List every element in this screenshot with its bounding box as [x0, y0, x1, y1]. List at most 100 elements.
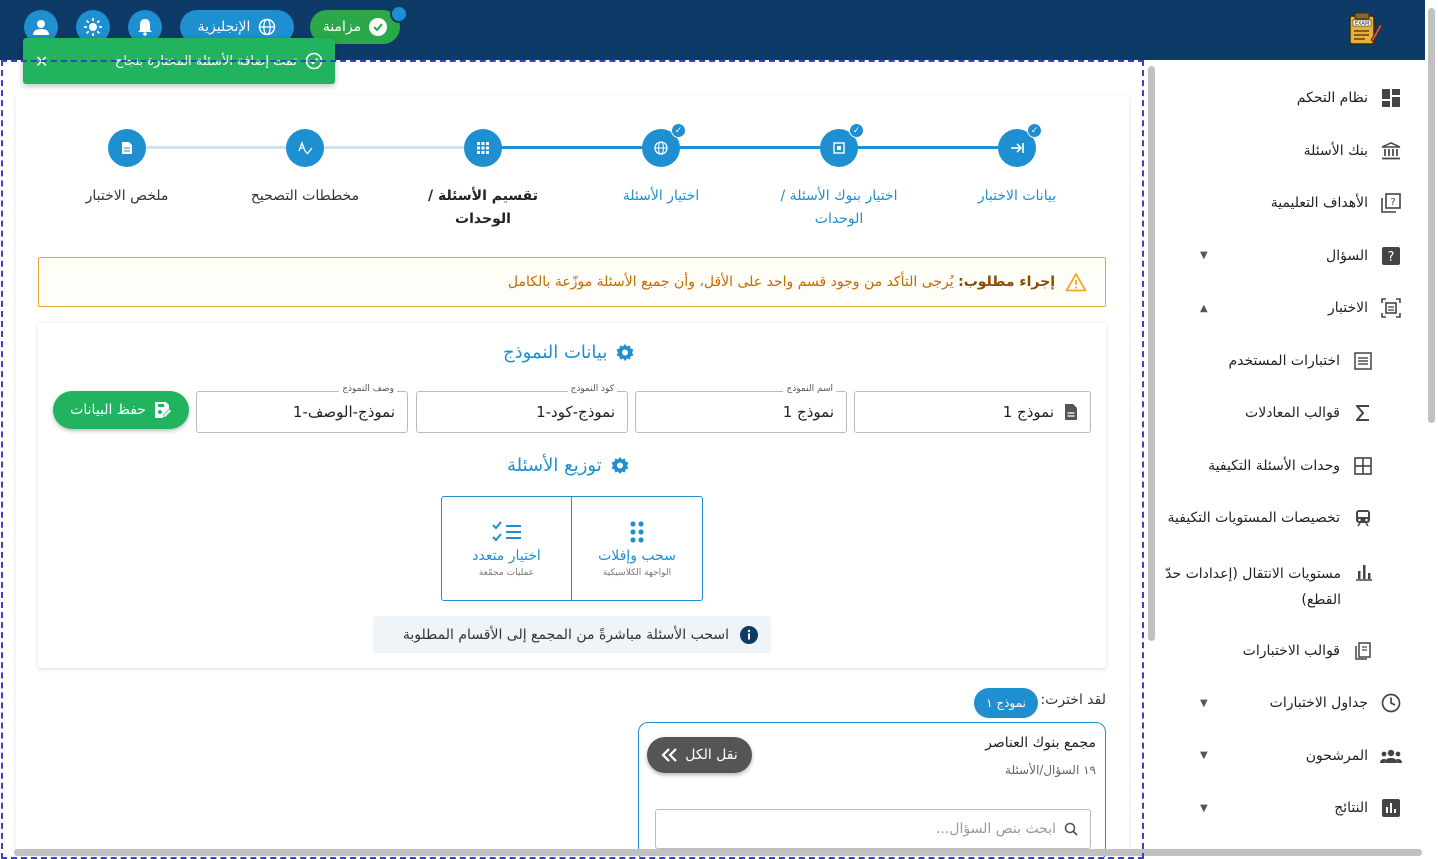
sun-icon: [84, 18, 102, 36]
step-5-label[interactable]: مخططات التصحيح: [225, 185, 385, 208]
sidebar-item-label: بنك الأسئلة: [1303, 142, 1368, 159]
model-code-field[interactable]: كود النموذج نموذج-كود-1: [416, 384, 628, 433]
sync-label: مزامنة: [322, 19, 362, 35]
spellcheck-icon: [298, 141, 313, 155]
grid-dots-icon: [477, 142, 489, 154]
model-title-label: اسم النموذج: [783, 384, 836, 394]
action-required-alert: إجراء مطلوب: يُرجى التأكد من وجود قسم وا…: [38, 257, 1106, 307]
step-done-check-icon: ✓: [1027, 123, 1042, 138]
question-search-input[interactable]: ابحث بنص السؤال...: [655, 809, 1091, 849]
warning-icon: [1065, 273, 1087, 292]
stepper-track-complete: [501, 146, 998, 149]
move-all-button[interactable]: نقل الكل: [647, 737, 752, 773]
drag-drop-subtitle: الواجهة الكلاسيكية: [602, 567, 672, 578]
chevron-down-icon[interactable]: ▼: [1200, 803, 1208, 814]
step-3-label[interactable]: اختيار الأسئلة: [581, 185, 741, 208]
sidebar-item-label: قوالب المعادلات: [1245, 405, 1340, 422]
train-icon: [1352, 507, 1374, 529]
distribution-title: توزيع الأسئلة: [507, 455, 630, 476]
sidebar-item-label: المرشحون: [1305, 747, 1368, 764]
step-1-label[interactable]: بيانات الاختبار: [937, 185, 1097, 208]
step-3-circle[interactable]: ✓: [642, 123, 686, 167]
sidebar-nav: نظام التحكم بنك الأسئلة ? الأهداف التعلي…: [1160, 72, 1428, 835]
model-title-value: نموذج 1: [782, 403, 834, 421]
model-code-label: كود النموذج: [567, 384, 617, 394]
sidebar-item-objectives[interactable]: ? الأهداف التعليمية: [1160, 177, 1428, 230]
model-name-field[interactable]: نموذج 1: [854, 391, 1091, 433]
sidebar-item-label: تخصيصات المستويات التكيفية: [1167, 510, 1340, 527]
sidebar-item-candidates[interactable]: المرشحون ▼: [1160, 730, 1428, 783]
step-2-label[interactable]: اختيار بنوك الأسئلة / الوحدات: [759, 185, 919, 231]
sidebar-item-adaptive-levels[interactable]: تخصيصات المستويات التكيفية: [1160, 492, 1428, 545]
step-6-circle[interactable]: [108, 129, 146, 167]
model-title-field[interactable]: اسم النموذج نموذج 1: [635, 384, 847, 433]
sidebar-item-cutoff-levels[interactable]: مستويات الانتقال (إعدادات حدّ القطع): [1160, 545, 1428, 625]
gear-icon: [611, 456, 629, 474]
model-name-value: نموذج 1: [1002, 403, 1054, 421]
sidebar-item-user-exams[interactable]: اختبارات المستخدم: [1160, 335, 1428, 388]
sidebar-item-results[interactable]: النتائج ▼: [1160, 782, 1428, 835]
document-icon: [122, 142, 132, 154]
sidebar-item-exam[interactable]: الاختبار ▲: [1160, 282, 1428, 335]
sidebar-item-exam-templates[interactable]: قوالب الاختبارات: [1160, 625, 1428, 678]
success-toast: تمت إضافة الأسئلة المختارة بنجاح ✕: [23, 38, 335, 84]
sidebar-item-label: نظام التحكم: [1296, 90, 1368, 107]
sidebar-item-label: مستويات الانتقال (إعدادات حدّ القطع): [1165, 565, 1342, 608]
checklist-icon: [491, 520, 521, 541]
horizontal-scrollbar[interactable]: [14, 849, 1422, 856]
question-icon: ?: [1380, 245, 1402, 267]
chevron-up-icon[interactable]: ▲: [1200, 303, 1208, 314]
info-icon: [740, 625, 758, 644]
drag-drop-option[interactable]: سحب وإفلات الواجهة الكلاسيكية: [571, 496, 703, 601]
check-circle-icon: [369, 18, 388, 36]
bank-icon: [1380, 140, 1402, 162]
svg-text:EXAM: EXAM: [1355, 21, 1369, 27]
close-icon[interactable]: ✕: [35, 52, 48, 71]
step-4-circle[interactable]: [464, 129, 502, 167]
step-1-circle[interactable]: ✓: [998, 123, 1042, 167]
double-chevron-left-icon: [661, 748, 678, 762]
drag-info-bar: اسحب الأسئلة مباشرةً من المجمع إلى الأقس…: [373, 616, 771, 653]
step-5-circle[interactable]: [286, 129, 324, 167]
bar-chart-icon: [1353, 561, 1374, 583]
sidebar-item-question-bank[interactable]: بنك الأسئلة: [1160, 125, 1428, 178]
model-code-value: نموذج-كود-1: [536, 403, 615, 421]
step-6-label[interactable]: ملخص الاختبار: [47, 185, 207, 208]
search-icon: [1064, 822, 1078, 836]
multi-select-subtitle: عمليات مجمّعة: [478, 567, 535, 578]
sidebar-item-equation-templates[interactable]: قوالب المعادلات: [1160, 387, 1428, 440]
exam-logo[interactable]: EXAM: [1345, 10, 1383, 48]
list-icon: [1352, 350, 1374, 372]
objectives-icon: ?: [1380, 192, 1402, 214]
step-4-label[interactable]: تقسيم الأسئلة / الوحدات: [403, 185, 563, 231]
sidebar-item-exam-schedules[interactable]: جداول الاختبارات ▼: [1160, 677, 1428, 730]
chevron-down-icon[interactable]: ▼: [1200, 750, 1208, 761]
sidebar-item-label: الاختبار: [1327, 300, 1368, 317]
save-data-button[interactable]: حفظ البيانات: [53, 391, 189, 429]
model-description-field[interactable]: وصف النموذج نموذج-الوصف-1: [196, 384, 408, 433]
toast-message: تمت إضافة الأسئلة المختارة بنجاح: [114, 53, 297, 69]
globe-icon: [259, 18, 276, 36]
chevron-down-icon[interactable]: ▼: [1200, 250, 1208, 261]
chevron-down-icon[interactable]: ▼: [1200, 698, 1208, 709]
results-icon: [1380, 797, 1402, 819]
check-circle-icon: [305, 52, 323, 70]
model-data-title-text: بيانات النموذج: [503, 342, 608, 363]
sidebar-item-adaptive-units[interactable]: وحدات الأسئلة التكيفية: [1160, 440, 1428, 493]
template-icon: [1352, 640, 1374, 662]
sidebar-item-question[interactable]: ? السؤال ▼: [1160, 230, 1428, 283]
sidebar-item-dashboard[interactable]: نظام التحكم: [1160, 72, 1428, 125]
alert-text: يُرجى التأكد من وجود قسم واحد على الأقل،…: [507, 274, 954, 290]
step-done-check-icon: ✓: [849, 123, 864, 138]
main-vertical-scrollbar[interactable]: [1148, 66, 1155, 641]
sidebar-item-label: الأهداف التعليمية: [1270, 195, 1368, 212]
step-2-circle[interactable]: ✓: [820, 123, 864, 167]
sidebar-item-label: السؤال: [1326, 247, 1368, 264]
multi-select-option[interactable]: اختيار متعدد عمليات مجمّعة: [441, 496, 572, 601]
sidebar-item-label: اختبارات المستخدم: [1228, 352, 1340, 369]
user-icon: [33, 20, 49, 35]
exam-icon: [1380, 297, 1402, 319]
pool-title: مجمع بنوك العناصر: [985, 735, 1096, 751]
page-vertical-scrollbar[interactable]: [1428, 8, 1435, 423]
selected-model-chip[interactable]: نموذج ١: [974, 688, 1038, 718]
